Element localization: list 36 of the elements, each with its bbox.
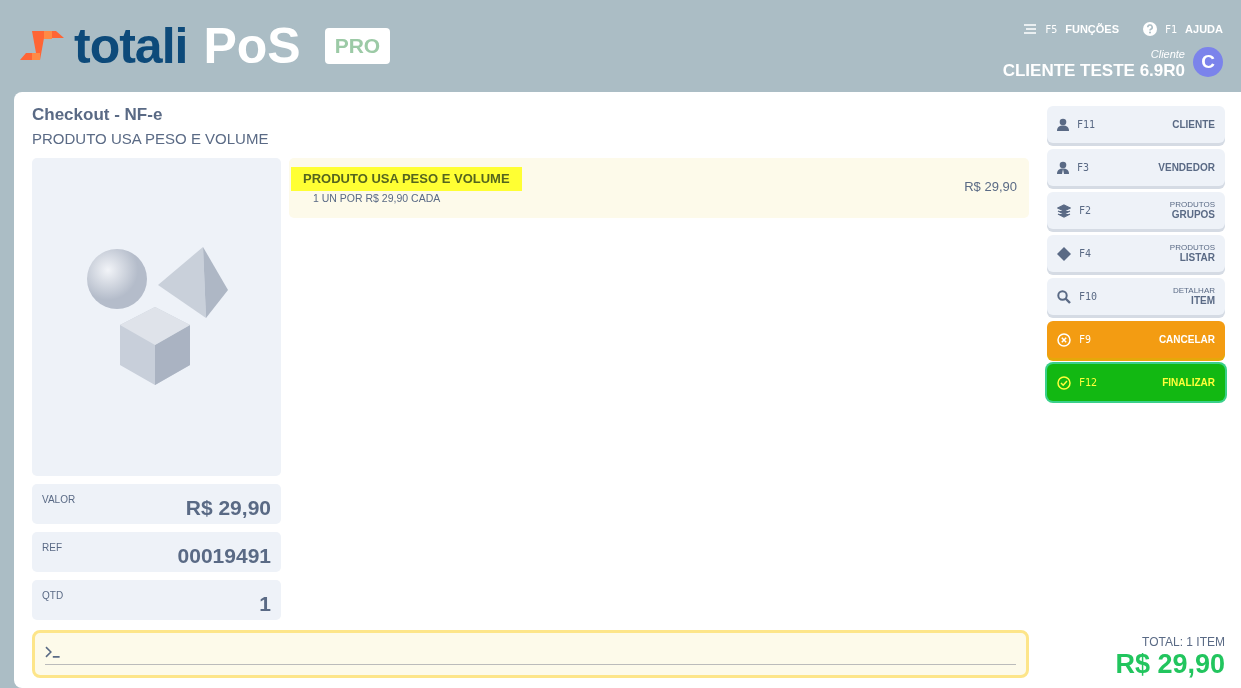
cancel-icon <box>1057 332 1071 347</box>
item-row[interactable]: PRODUTO USA PESO E VOLUME 1 UN POR R$ 29,90 CADA R$ 29,90 <box>289 158 1029 218</box>
function-button[interactable]: F4 PRODUTOS LISTAR <box>1047 235 1225 272</box>
menu-icon <box>1023 23 1038 36</box>
item-detail: 1 UN POR R$ 29,90 CADA <box>312 190 441 206</box>
function-button[interactable]: F2 PRODUTOS GRUPOS <box>1047 192 1225 229</box>
logo-wordmark: totali <box>74 21 188 71</box>
total-caption: TOTAL: 1 ITEM <box>1141 634 1225 651</box>
logo-product-name: PoS <box>203 21 301 71</box>
layers-icon <box>1057 203 1071 218</box>
help-icon <box>1143 22 1158 37</box>
checkout-title: Checkout - NF-e <box>32 104 164 126</box>
detail-value: 00019491 <box>177 543 271 564</box>
person-icon <box>1057 118 1069 131</box>
item-price: R$ 29,90 <box>964 178 1017 197</box>
detail-value: R$ 29,90 <box>185 495 271 516</box>
detail-value: 1 <box>259 591 271 612</box>
function-button[interactable]: F10 DETALHAR ITEM <box>1047 278 1225 315</box>
person-tie-icon <box>1057 161 1069 174</box>
check-icon <box>1057 375 1071 390</box>
function-button[interactable]: F11 CLIENTE <box>1047 106 1225 143</box>
search-icon <box>1057 289 1071 304</box>
item-name: PRODUTO USA PESO E VOLUME <box>291 167 522 191</box>
client-avatar: C <box>1193 47 1223 78</box>
function-button[interactable]: F3 VENDEDOR <box>1047 149 1225 186</box>
detail-label: REF <box>42 541 62 555</box>
client-caption: Cliente <box>1149 46 1185 62</box>
detail-label: VALOR <box>42 493 76 507</box>
command-field[interactable] <box>32 630 1029 678</box>
total-value: R$ 29,90 <box>1115 651 1225 678</box>
edition-label: PRO <box>324 28 391 64</box>
terminal-icon <box>45 645 61 658</box>
checkout-subtitle: PRODUTO USA PESO E VOLUME <box>32 128 270 149</box>
client-name: CLIENTE TESTE 6.9R0 <box>1002 62 1185 79</box>
diamond-icon <box>1057 246 1071 261</box>
detail-label: QTD <box>42 589 64 603</box>
